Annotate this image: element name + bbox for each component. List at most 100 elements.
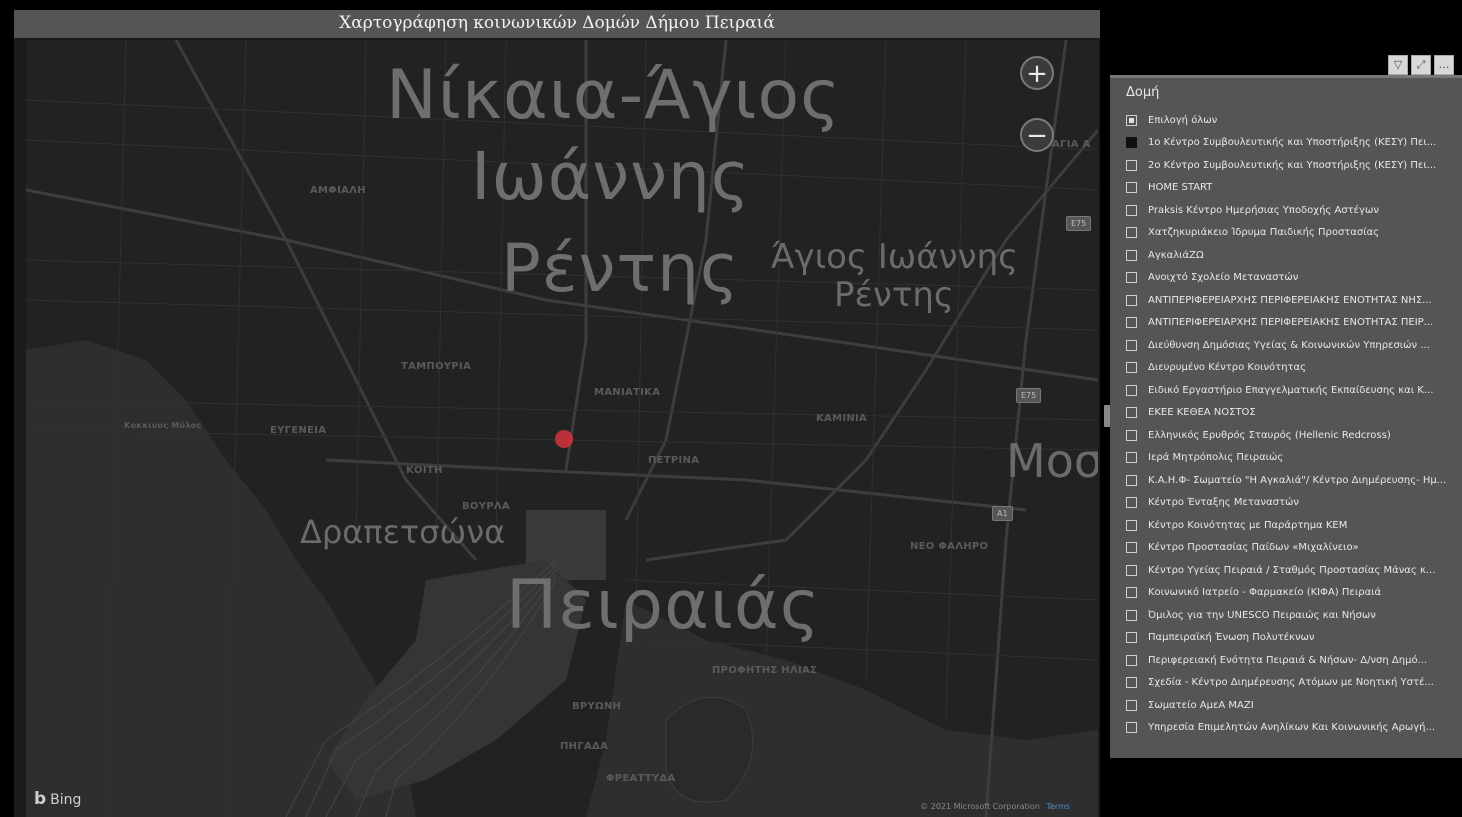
checkbox-icon[interactable]: [1126, 542, 1137, 554]
zoom-in-button[interactable]: +: [1020, 56, 1054, 90]
checkbox-icon[interactable]: [1126, 407, 1137, 419]
slicer-item-label: Κέντρο Κοινότητας με Παράρτημα ΚΕΜ: [1148, 519, 1348, 531]
bing-b-icon: b: [34, 789, 47, 809]
slicer-item[interactable]: ΕΚΕΕ ΚΕΘΕΑ ΝΟΣΤΟΣ: [1126, 402, 1462, 425]
slicer-item[interactable]: Σχεδία - Κέντρο Διημέρευσης Ατόμων με Νο…: [1126, 672, 1462, 695]
focus-mode-icon[interactable]: ⤢: [1411, 55, 1431, 75]
label-amfiali: ΑΜΦΙΑΛΗ: [310, 185, 366, 196]
slicer-item[interactable]: Praksis Κέντρο Ημερήσιας Υποδοχής Αστέγω…: [1126, 199, 1462, 222]
slicer-select-all[interactable]: Επιλογή όλων: [1126, 109, 1462, 132]
slicer-item[interactable]: Όμιλος για την UNESCO Πειραιώς και Νήσων: [1126, 604, 1462, 627]
slicer-item[interactable]: Κέντρο Κοινότητας με Παράρτημα ΚΕΜ: [1126, 514, 1462, 537]
slicer-item[interactable]: Ιερά Μητρόπολις Πειραιώς: [1126, 447, 1462, 470]
map-title: Χαρτογράφηση κοινωνικών Δομών Δήμου Πειρ…: [14, 10, 1100, 38]
checkbox-icon[interactable]: [1126, 362, 1137, 374]
panel-top-edge: [1110, 75, 1462, 78]
slicer-item[interactable]: Παμπειραϊκή Ένωση Πολυτέκνων: [1126, 627, 1462, 650]
label-freattyda: ΦΡΕΑΤΤΥΔΑ: [606, 773, 676, 784]
slicer-item[interactable]: Ειδικό Εργαστήριο Επαγγελματικής Εκπαίδε…: [1126, 379, 1462, 402]
label-evgeneia: ΕΥΓΕΝΕΙΑ: [270, 425, 327, 436]
label-moschato: Μοσ: [1006, 434, 1098, 488]
checkbox-icon[interactable]: [1126, 564, 1137, 576]
slicer-item[interactable]: Κέντρο Υγείας Πειραιά / Σταθμός Προστασί…: [1126, 559, 1462, 582]
checkbox-icon[interactable]: [1126, 272, 1137, 284]
slicer-item-label: Επιλογή όλων: [1148, 114, 1218, 126]
checkbox-icon[interactable]: [1126, 654, 1137, 666]
checkbox-icon[interactable]: [1126, 182, 1137, 194]
label-nikaia: Νίκαια-Άγιος: [386, 56, 841, 135]
slicer-item[interactable]: Κέντρο Ένταξης Μεταναστών: [1126, 492, 1462, 515]
slicer-item-label: Διευρυμένο Κέντρο Κοινότητας: [1148, 362, 1307, 374]
slicer-item[interactable]: Σωματείο ΑμεΑ ΜΑΖΙ: [1126, 694, 1462, 717]
slicer-item-label: Ειδικό Εργαστήριο Επαγγελματικής Εκπαίδε…: [1148, 384, 1434, 396]
bing-logo-text: Bing: [50, 792, 82, 808]
slicer-item-label: Σωματείο ΑμεΑ ΜΑΖΙ: [1148, 699, 1254, 711]
checkbox-icon[interactable]: [1126, 159, 1137, 171]
slicer-list: Επιλογή όλων 1ο Κέντρο Συμβουλευτικής και…: [1126, 109, 1462, 739]
label-agios-ioannis: Άγιος Ιωάννης: [771, 237, 1019, 277]
more-options-icon[interactable]: …: [1434, 55, 1454, 75]
slicer-item-label: 1ο Κέντρο Συμβουλευτικής και Υποστήριξης…: [1148, 137, 1437, 149]
slicer-item-label: Ελληνικός Ερυθρός Σταυρός (Hellenic Redc…: [1148, 429, 1391, 441]
checkbox-icon[interactable]: [1126, 497, 1137, 509]
label-drapetsona: Δραπετσώνα: [300, 513, 506, 551]
slicer-item-label: ΑΝΤΙΠΕΡΙΦΕΡΕΙΑΡΧΗΣ ΠΕΡΙΦΕΡΕΙΑΚΗΣ ΕΝΟΤΗΤΑ…: [1148, 294, 1432, 306]
slicer-item-label: Κέντρο Ένταξης Μεταναστών: [1148, 497, 1299, 509]
slicer-item[interactable]: Κ.Α.Η.Φ- Σωματείο "Η Αγκαλιά"/ Κέντρο Δι…: [1126, 469, 1462, 492]
checkbox-icon[interactable]: [1126, 722, 1137, 734]
checkbox-icon[interactable]: [1126, 294, 1137, 306]
slicer-item[interactable]: Κέντρο Προστασίας Παίδων «Μιχαλίνειο»: [1126, 537, 1462, 560]
checkbox-icon[interactable]: [1126, 429, 1137, 441]
slicer-item-label: AγκαλιάZΩ: [1148, 249, 1204, 261]
checkbox-icon[interactable]: [1126, 632, 1137, 644]
filter-icon[interactable]: ▽: [1388, 55, 1408, 75]
zoom-out-button[interactable]: −: [1020, 118, 1054, 152]
checkbox-icon[interactable]: [1126, 587, 1137, 599]
slicer-item-label: Χατζηκυριάκειο Ίδρυμα Παιδικής Προστασία…: [1148, 227, 1380, 239]
checkbox-icon[interactable]: [1126, 677, 1137, 689]
slicer-item[interactable]: Διευρυμένο Κέντρο Κοινότητας: [1126, 357, 1462, 380]
checkbox-icon[interactable]: [1126, 114, 1137, 126]
terms-link[interactable]: Terms: [1046, 802, 1070, 811]
label-petrina: ΠΕΤΡΙΝΑ: [648, 455, 700, 466]
checkbox-icon[interactable]: [1126, 137, 1137, 149]
checkbox-icon[interactable]: [1126, 609, 1137, 621]
slicer-item[interactable]: Χατζηκυριάκειο Ίδρυμα Παιδικής Προστασία…: [1126, 222, 1462, 245]
label-kaminia: ΚΑΜΙΝΙΑ: [816, 413, 868, 424]
checkbox-icon[interactable]: [1126, 227, 1137, 239]
label-maniatika: ΜΑΝΙΑΤΙΚΑ: [594, 387, 661, 398]
map-canvas[interactable]: Νίκαια-Άγιος Ιωάννης Ρέντης Πειραιάς Άγι…: [26, 40, 1098, 817]
slicer-title: Δομή: [1126, 85, 1160, 100]
checkbox-icon[interactable]: [1126, 384, 1137, 396]
label-rentis-small: Ρέντης: [834, 275, 954, 315]
checkbox-icon[interactable]: [1126, 317, 1137, 329]
checkbox-icon[interactable]: [1126, 474, 1137, 486]
checkbox-icon[interactable]: [1126, 519, 1137, 531]
label-kokkinos-mylos: Κοκκινος Μύλος: [124, 421, 202, 430]
slicer-item[interactable]: Διεύθυνση Δημόσιας Υγείας & Κοινωνικών Υ…: [1126, 334, 1462, 357]
label-rentis: Ρέντης: [501, 230, 740, 307]
slicer-item[interactable]: 1ο Κέντρο Συμβουλευτικής και Υποστήριξης…: [1126, 132, 1462, 155]
slicer-item[interactable]: ΑΝΤΙΠΕΡΙΦΕΡΕΙΑΡΧΗΣ ΠΕΡΙΦΕΡΕΙΑΚΗΣ ΕΝΟΤΗΤΑ…: [1126, 312, 1462, 335]
map-marker-location[interactable]: [555, 430, 573, 448]
slicer-item[interactable]: AγκαλιάZΩ: [1126, 244, 1462, 267]
slicer-item[interactable]: Περιφερειακή Ενότητα Πειραιά & Νήσων- Δ/…: [1126, 649, 1462, 672]
label-ioannis: Ιωάννης: [471, 138, 751, 215]
label-agia: ΑΓΙΑ Α: [1052, 139, 1091, 150]
slicer-item-label: Υπηρεσία Επιμελητών Ανηλίκων Και Κοινωνι…: [1148, 722, 1436, 734]
checkbox-icon[interactable]: [1126, 204, 1137, 216]
slicer-item-label: 2ο Κέντρο Συμβουλευτικής και Υποστήριξης…: [1148, 159, 1437, 171]
slicer-item[interactable]: Κοινωνικό Ιατρείο - Φαρμακείο (ΚΙΦΑ) Πει…: [1126, 582, 1462, 605]
slicer-item[interactable]: HOME START: [1126, 177, 1462, 200]
checkbox-icon[interactable]: [1126, 339, 1137, 351]
slicer-item[interactable]: Ανοιχτό Σχολείο Μεταναστών: [1126, 267, 1462, 290]
checkbox-icon[interactable]: [1126, 249, 1137, 261]
slicer-item[interactable]: 2ο Κέντρο Συμβουλευτικής και Υποστήριξης…: [1126, 154, 1462, 177]
slicer-item-label: Ανοιχτό Σχολείο Μεταναστών: [1148, 272, 1299, 284]
slicer-item[interactable]: ΑΝΤΙΠΕΡΙΦΕΡΕΙΑΡΧΗΣ ΠΕΡΙΦΕΡΕΙΑΚΗΣ ΕΝΟΤΗΤΑ…: [1126, 289, 1462, 312]
slicer-item-label: Praksis Κέντρο Ημερήσιας Υποδοχής Αστέγω…: [1148, 204, 1379, 216]
checkbox-icon[interactable]: [1126, 699, 1137, 711]
slicer-item[interactable]: Υπηρεσία Επιμελητών Ανηλίκων Και Κοινωνι…: [1126, 717, 1462, 740]
checkbox-icon[interactable]: [1126, 452, 1137, 464]
slicer-item[interactable]: Ελληνικός Ερυθρός Σταυρός (Hellenic Redc…: [1126, 424, 1462, 447]
